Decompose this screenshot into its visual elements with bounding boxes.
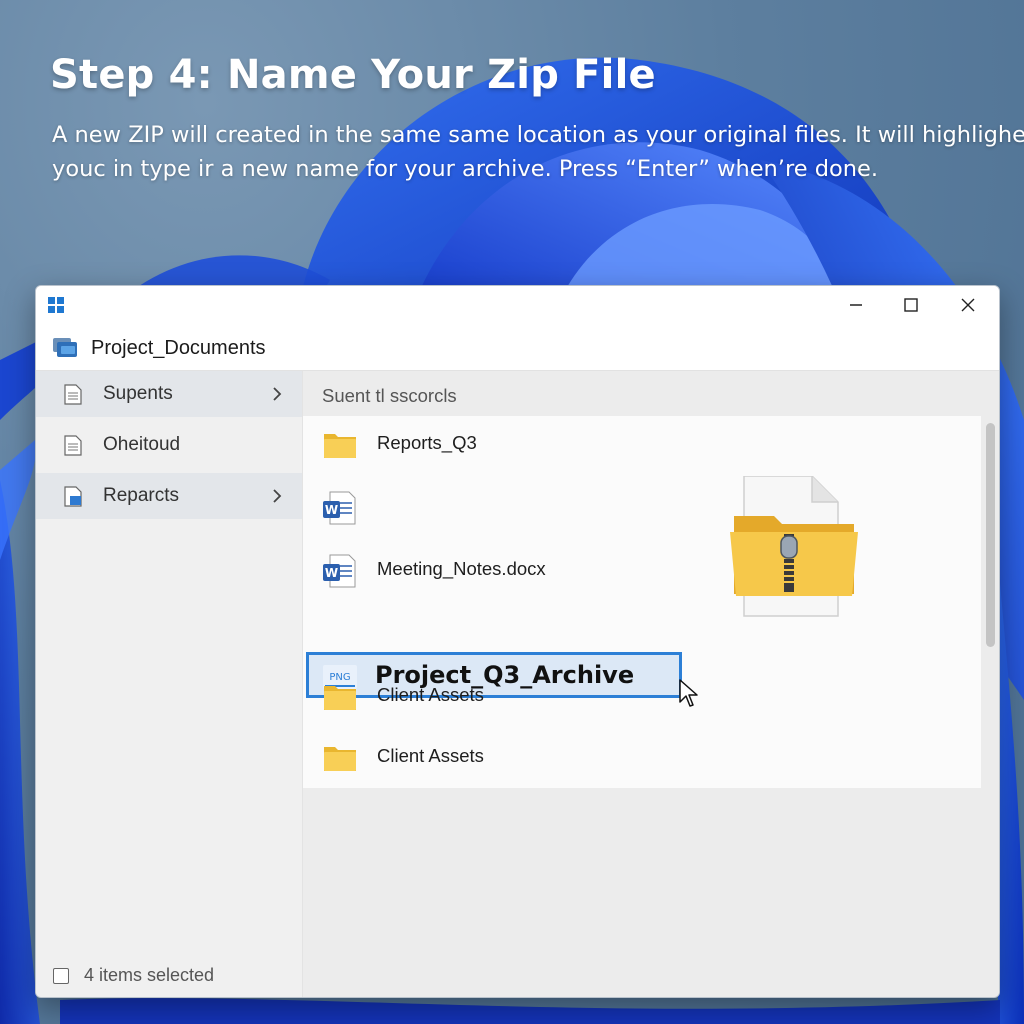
sidebar-item-oheitoud[interactable]: Oheitoud xyxy=(36,422,302,468)
content-header: Suent tl sscorcls xyxy=(322,385,457,406)
zip-folder-icon xyxy=(730,476,858,617)
navigation-pane: Supents Oheitoud Reparcts 4 items select… xyxy=(36,371,303,997)
minimize-button[interactable] xyxy=(830,288,882,322)
close-button[interactable] xyxy=(942,288,994,322)
document-icon xyxy=(64,435,82,456)
document-icon xyxy=(64,384,82,405)
step-description-line1: A new ZIP will created in the same same … xyxy=(52,122,1024,148)
minimize-icon xyxy=(850,304,862,306)
status-selection-count: 4 items selected xyxy=(84,965,215,985)
word-document-icon: W xyxy=(323,554,356,588)
word-document-icon: W xyxy=(323,491,356,525)
address-bar[interactable]: Project_Documents xyxy=(36,324,999,371)
pictures-icon xyxy=(64,486,82,507)
select-all-checkbox[interactable] xyxy=(53,968,69,984)
list-item[interactable]: W xyxy=(303,479,981,535)
file-name: Client Assets xyxy=(377,745,484,766)
close-icon xyxy=(961,298,975,312)
folder-stack-icon xyxy=(53,338,77,357)
file-list: Reports_Q3 W W Meeting_Notes.docx PNG Pr… xyxy=(303,416,981,788)
file-list-pane: Suent tl sscorcls Reports_Q3 W W Meeting… xyxy=(303,371,999,997)
folder-icon xyxy=(324,686,356,710)
folder-icon xyxy=(324,434,356,458)
chevron-right-icon[interactable] xyxy=(270,385,284,403)
step-description-line2: youc in type ir a new name for your arch… xyxy=(52,156,879,182)
title-bar xyxy=(36,286,999,324)
step-title: Step 4: Name Your Zip File xyxy=(50,52,656,98)
sidebar-item-label: Oheitoud xyxy=(103,434,181,455)
sidebar-item-supents[interactable]: Supents xyxy=(36,371,302,417)
file-name: Client Assets xyxy=(377,684,484,705)
sidebar-item-label: Reparcts xyxy=(103,485,180,506)
address-path: Project_Documents xyxy=(91,337,266,359)
list-item[interactable]: Client Assets xyxy=(303,729,981,785)
scrollbar-thumb[interactable] xyxy=(986,423,995,647)
svg-text:W: W xyxy=(325,503,338,517)
maximize-icon xyxy=(904,298,918,312)
mouse-cursor-icon xyxy=(679,679,698,707)
file-explorer-window: Project_Documents Supents Oheitoud Repar… xyxy=(35,285,1000,998)
maximize-button[interactable] xyxy=(885,288,937,322)
list-item[interactable]: W Meeting_Notes.docx xyxy=(303,542,981,598)
file-name: Reports_Q3 xyxy=(377,432,477,453)
folder-icon xyxy=(324,747,356,771)
chevron-right-icon[interactable] xyxy=(270,487,284,505)
list-item[interactable]: Reports_Q3 xyxy=(303,416,981,472)
windows-logo-icon xyxy=(48,297,64,313)
file-name: Meeting_Notes.docx xyxy=(377,558,546,579)
step-description: A new ZIP will created in the same same … xyxy=(52,118,1024,186)
sidebar-item-label: Supents xyxy=(103,383,173,404)
sidebar-item-reparcts[interactable]: Reparcts xyxy=(36,473,302,519)
svg-text:W: W xyxy=(325,566,338,580)
list-item[interactable]: Client Assets xyxy=(303,668,981,724)
